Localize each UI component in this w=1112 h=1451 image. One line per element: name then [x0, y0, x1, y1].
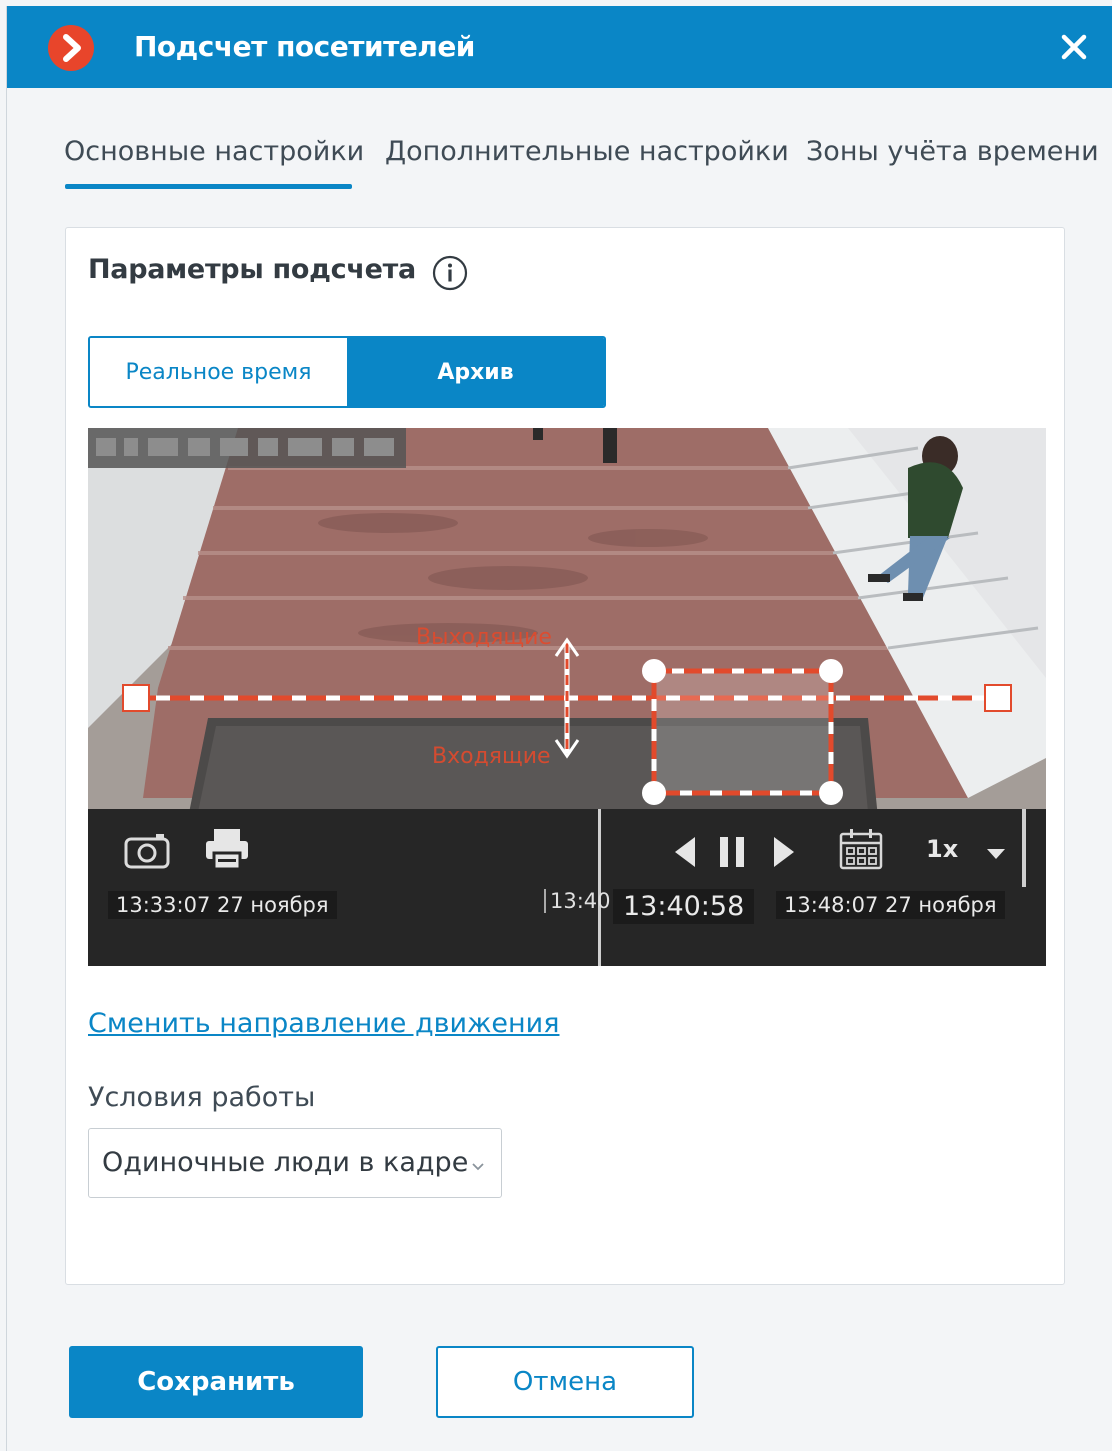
current-time-label: 13:40:58 — [613, 889, 755, 924]
range-end-label: 13:48:07 27 ноября — [776, 891, 1005, 919]
timeline-cursor[interactable] — [598, 809, 601, 966]
player-controls: 1x 13:33:07 27 ноября 13:40 13:40:58 13:… — [88, 809, 1046, 966]
settings-card: Параметры подсчета Реальное время Архив — [65, 227, 1065, 1285]
close-icon[interactable] — [1057, 30, 1091, 64]
dialog-title: Подсчет посетителей — [134, 30, 475, 63]
step-forward-icon[interactable] — [772, 835, 796, 873]
step-back-icon[interactable] — [673, 835, 697, 873]
archive-toggle[interactable]: Архив — [347, 338, 604, 406]
print-icon[interactable] — [204, 827, 250, 875]
speed-selector[interactable]: 1x — [926, 835, 958, 863]
pause-icon[interactable] — [718, 835, 748, 873]
mode-switch: Реальное время Архив — [88, 336, 606, 408]
tab-basic-settings[interactable]: Основные настройки — [64, 136, 364, 167]
section-title: Параметры подсчета — [88, 254, 416, 285]
tab-bar: Основные настройки Дополнительные настро… — [7, 124, 1112, 194]
range-start-label: 13:33:07 27 ноября — [108, 891, 337, 919]
conditions-label: Условия работы — [88, 1082, 316, 1113]
active-tab-indicator — [65, 184, 352, 189]
conditions-value: Одиночные люди в кадре — [102, 1147, 469, 1178]
chevron-down-icon[interactable] — [986, 845, 1006, 864]
conditions-select[interactable]: Одиночные люди в кадре — [88, 1128, 502, 1198]
tab-advanced-settings[interactable]: Дополнительные настройки — [385, 136, 789, 167]
outgoing-label: Выходящие — [416, 625, 552, 650]
tab-time-zones[interactable]: Зоны учёта времени — [806, 136, 1099, 167]
change-direction-link[interactable]: Сменить направление движения — [88, 1008, 559, 1039]
camera-snapshot-icon[interactable] — [124, 833, 170, 873]
cancel-button[interactable]: Отмена — [436, 1346, 694, 1418]
save-button[interactable]: Сохранить — [69, 1346, 363, 1418]
scrollbar-indicator — [1022, 809, 1026, 887]
info-icon[interactable] — [431, 254, 469, 292]
chevron-down-icon — [471, 1157, 485, 1176]
calendar-icon[interactable] — [838, 827, 884, 875]
timeline-mark: 13:40 — [544, 889, 611, 913]
incoming-label: Входящие — [432, 744, 551, 769]
app-logo-icon — [48, 25, 94, 71]
realtime-toggle[interactable]: Реальное время — [90, 338, 347, 406]
video-player: Выходящие Входящие 1x 13:33:07 27 ноября… — [88, 428, 1046, 966]
title-bar: Подсчет посетителей — [7, 6, 1112, 88]
people-counter-dialog: Подсчет посетителей Основные настройки Д… — [6, 6, 1112, 1451]
